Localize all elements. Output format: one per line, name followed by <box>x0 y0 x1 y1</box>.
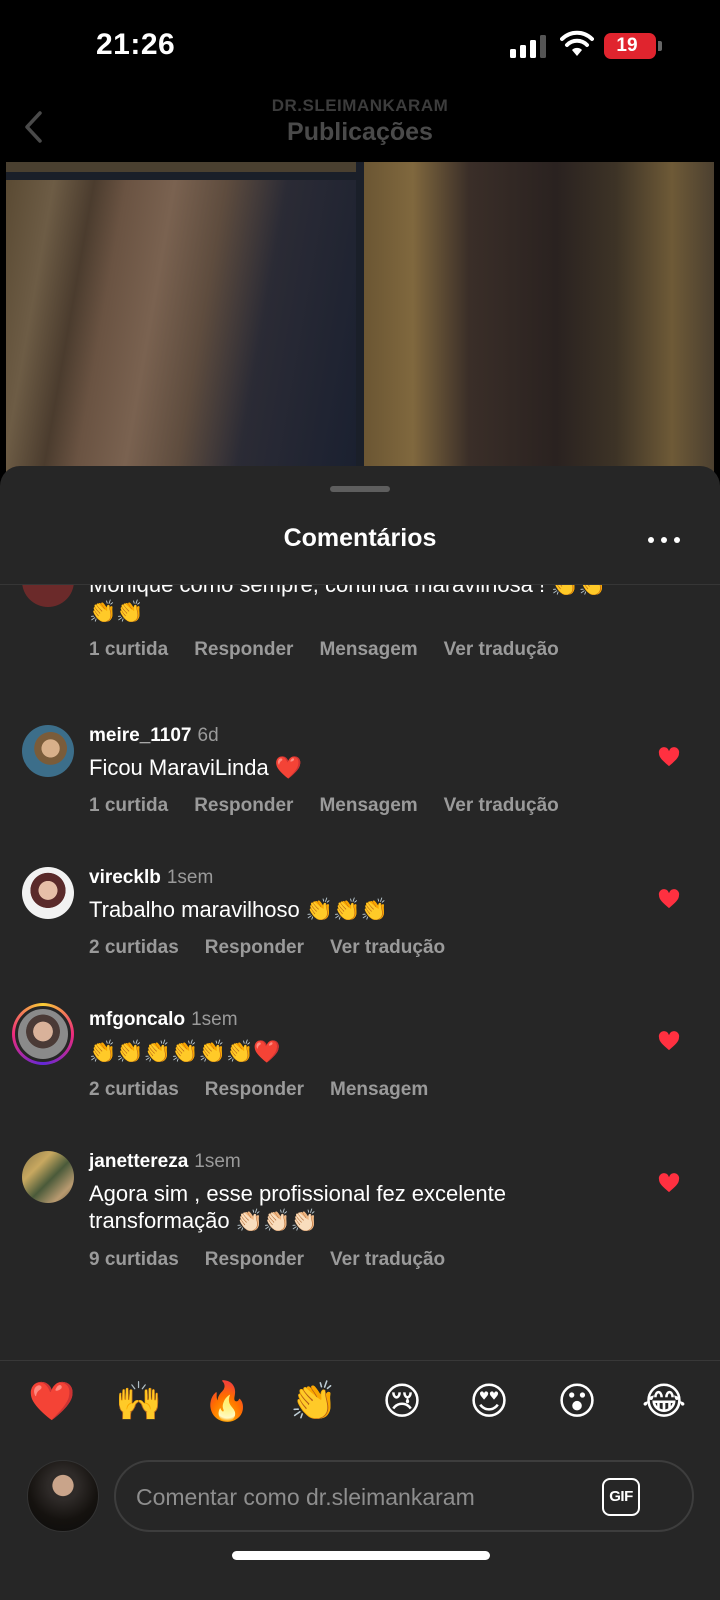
quick-reactions-bar: ❤️ 🙌 🔥 👏 😢 😍 😮 😂 <box>0 1364 720 1444</box>
reply-button[interactable]: Responder <box>205 1249 304 1270</box>
battery-icon: 19 <box>604 33 656 59</box>
comment-actions: 2 curtidas Responder Ver tradução <box>89 937 471 959</box>
avatar <box>15 1006 71 1062</box>
heart-icon[interactable] <box>658 747 680 767</box>
drag-handle[interactable] <box>330 486 390 492</box>
comment-username[interactable]: meire_1107 6d <box>89 725 219 747</box>
translate-button[interactable]: Ver tradução <box>330 1249 445 1270</box>
comment-text: Agora sim , esse profissional fez excele… <box>89 1181 506 1233</box>
comments-sheet: Comentários Monique como sempre, continu… <box>0 466 720 1600</box>
heart-icon[interactable] <box>658 1031 680 1051</box>
avatar[interactable] <box>22 725 74 777</box>
reaction-raised-hands-icon[interactable]: 🙌 <box>115 1378 163 1426</box>
like-count[interactable]: 1 curtida <box>89 639 168 660</box>
comment-time: 1sem <box>191 1009 238 1030</box>
reaction-clap-icon[interactable]: 👏 <box>290 1378 338 1426</box>
cellular-signal-icon <box>510 34 548 58</box>
avatar[interactable] <box>22 585 74 607</box>
divider <box>0 1360 720 1361</box>
comment-text: Trabalho maravilhoso 👏👏👏 <box>89 897 389 922</box>
battery-cap <box>658 41 662 51</box>
comment-actions: 2 curtidas Responder Mensagem <box>89 1079 454 1101</box>
like-count[interactable]: 2 curtidas <box>89 1079 179 1100</box>
comment-text: Ficou MaraviLinda ❤️ <box>89 755 303 780</box>
comment-actions: 1 curtida Responder Mensagem Ver tradução <box>89 639 585 661</box>
comment-actions: 9 curtidas Responder Ver tradução <box>89 1249 471 1271</box>
comment-input[interactable] <box>136 1480 576 1514</box>
comment-time: 6d <box>197 725 219 746</box>
reaction-surprised-icon[interactable]: 😮 <box>553 1378 601 1426</box>
after-photo <box>364 162 714 472</box>
sheet-title: Comentários <box>283 524 437 552</box>
battery-level: 19 <box>616 35 638 56</box>
translate-button[interactable]: Ver tradução <box>444 795 559 816</box>
current-user-avatar[interactable] <box>27 1460 99 1532</box>
home-indicator <box>232 1551 490 1560</box>
message-button[interactable]: Mensagem <box>319 795 417 816</box>
message-button[interactable]: Mensagem <box>330 1079 428 1100</box>
reaction-crying-icon[interactable]: 😢 <box>378 1378 426 1426</box>
translate-button[interactable]: Ver tradução <box>444 639 559 660</box>
avatar[interactable] <box>22 867 74 919</box>
reply-button[interactable]: Responder <box>194 795 293 816</box>
heart-icon[interactable] <box>658 889 680 909</box>
comment-username[interactable]: janettereza 1sem <box>89 1151 241 1173</box>
header-account-name: DR.SLEIMANKARAM <box>271 96 449 115</box>
wifi-icon <box>560 30 594 56</box>
page-title: Publicações <box>287 118 433 146</box>
comment-list[interactable]: Monique como sempre, continua maravilhos… <box>0 585 720 1347</box>
status-time: 21:26 <box>96 28 176 61</box>
comment-actions: 1 curtida Responder Mensagem Ver tradução <box>89 795 585 817</box>
post-header: DR.SLEIMANKARAM Publicações <box>0 90 720 162</box>
heart-icon[interactable] <box>658 1173 680 1193</box>
reply-button[interactable]: Responder <box>205 937 304 958</box>
reply-button[interactable]: Responder <box>205 1079 304 1100</box>
like-count[interactable]: 9 curtidas <box>89 1249 179 1270</box>
like-count[interactable]: 2 curtidas <box>89 937 179 958</box>
comment-username[interactable]: mfgoncalo 1sem <box>89 1009 238 1031</box>
comment-text: 👏👏👏👏👏👏❤️ <box>89 1039 281 1064</box>
comment-composer: GIF <box>0 1446 720 1536</box>
reaction-fire-icon[interactable]: 🔥 <box>203 1378 251 1426</box>
more-options-icon[interactable] <box>648 528 688 552</box>
avatar[interactable] <box>22 1151 74 1203</box>
reaction-heart-icon[interactable]: ❤️ <box>28 1378 76 1426</box>
reaction-heart-eyes-icon[interactable]: 😍 <box>465 1378 513 1426</box>
message-button[interactable]: Mensagem <box>319 639 417 660</box>
reaction-laughing-icon[interactable]: 😂 <box>640 1378 688 1426</box>
status-bar: 21:26 19 <box>0 0 720 90</box>
like-count[interactable]: 1 curtida <box>89 795 168 816</box>
avatar-story-ring[interactable] <box>12 1003 74 1065</box>
post-image-top-strip <box>6 162 356 172</box>
before-photo <box>6 180 356 472</box>
translate-button[interactable]: Ver tradução <box>330 937 445 958</box>
comment-input-box[interactable]: GIF <box>114 1460 694 1532</box>
gif-button[interactable]: GIF <box>602 1478 640 1516</box>
reply-button[interactable]: Responder <box>194 639 293 660</box>
comment-time: 1sem <box>166 867 214 888</box>
comment-text: Monique como sempre, continua maravilhos… <box>89 585 606 624</box>
comment-username[interactable]: virecklb 1sem <box>89 867 213 889</box>
comment-time: 1sem <box>194 1151 241 1172</box>
post-image <box>6 162 714 472</box>
